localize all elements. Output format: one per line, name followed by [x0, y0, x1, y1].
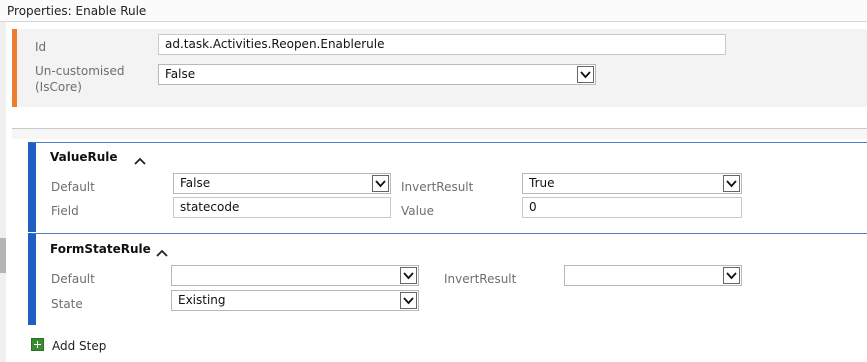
form-state-invert-select[interactable] — [564, 265, 742, 286]
left-edge-strip — [0, 22, 6, 362]
chevron-down-icon[interactable] — [723, 267, 740, 284]
properties-panel: Id ad.task.Activities.Reopen.Enablerule … — [12, 29, 867, 107]
value-rule-invert-select[interactable]: True — [522, 173, 742, 194]
section-divider-bar — [12, 129, 867, 139]
id-input[interactable]: ad.task.Activities.Reopen.Enablerule — [158, 34, 726, 55]
chevron-down-icon[interactable] — [372, 175, 389, 192]
window-title: Properties: Enable Rule — [7, 4, 147, 18]
value-rule-field-label: Field — [51, 204, 79, 218]
value-rule-value-input[interactable]: 0 — [522, 197, 742, 218]
chevron-up-icon[interactable] — [134, 154, 146, 168]
iscore-label: (IsCore) — [35, 80, 82, 94]
form-state-state-label: State — [51, 297, 83, 311]
value-rule-invert-value: True — [529, 176, 555, 190]
value-rule-value-label: Value — [401, 204, 434, 218]
form-state-rule-section: FormStateRule Default InvertResult State… — [28, 233, 867, 325]
form-state-default-select[interactable] — [171, 265, 419, 286]
chevron-down-icon[interactable] — [400, 267, 417, 284]
form-state-state-value: Existing — [178, 293, 226, 307]
uncustomised-label: Un-customised — [35, 64, 125, 78]
value-rule-section: ValueRule Default False InvertResult Tru… — [28, 142, 867, 232]
window-titlebar: Properties: Enable Rule — [0, 0, 867, 22]
uncustomised-select-value: False — [165, 67, 196, 81]
left-splitter-handle[interactable] — [0, 238, 6, 273]
form-state-state-select[interactable]: Existing — [171, 290, 419, 311]
value-rule-title: ValueRule — [50, 150, 118, 164]
form-state-rule-title: FormStateRule — [50, 242, 151, 256]
chevron-up-icon[interactable] — [156, 246, 168, 260]
uncustomised-select[interactable]: False — [158, 64, 596, 85]
value-rule-invert-label: InvertResult — [401, 180, 474, 194]
form-state-default-label: Default — [51, 272, 95, 286]
value-rule-field-input[interactable]: statecode — [173, 197, 391, 218]
value-rule-default-label: Default — [51, 180, 95, 194]
add-step-label[interactable]: Add Step — [52, 339, 106, 353]
form-state-invert-label: InvertResult — [444, 272, 517, 286]
chevron-down-icon[interactable] — [400, 292, 417, 309]
plus-icon[interactable] — [31, 338, 44, 351]
value-rule-default-select[interactable]: False — [173, 173, 391, 194]
chevron-down-icon[interactable] — [577, 66, 594, 83]
id-label: Id — [35, 40, 47, 54]
value-rule-default-value: False — [180, 176, 211, 190]
chevron-down-icon[interactable] — [723, 175, 740, 192]
